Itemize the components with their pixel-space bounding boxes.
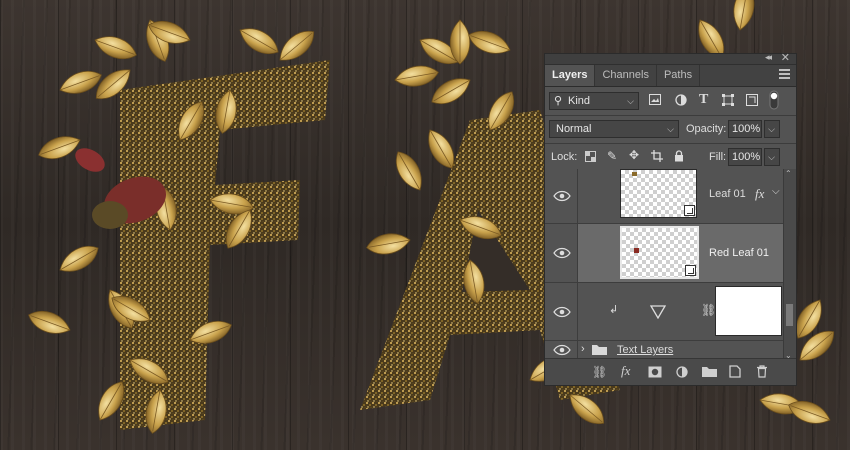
- visibility-cell[interactable]: [545, 224, 578, 282]
- adjustment-triangle-icon[interactable]: [650, 305, 666, 319]
- filter-row: ⚲ Kind ⌵ T: [545, 87, 796, 115]
- fill-input[interactable]: 100%: [728, 148, 762, 166]
- clipping-arrow-icon: ↲: [609, 304, 619, 316]
- layer-list: Leaf 01 fx ⌵ Red Leaf 01 ↲ ⛓ › Text Laye…: [545, 169, 796, 360]
- link-icon[interactable]: ⛓: [701, 303, 716, 317]
- opacity-input[interactable]: 100%: [728, 120, 762, 138]
- leaf-preview: [632, 172, 637, 176]
- panel-menu-icon[interactable]: [779, 69, 790, 81]
- tab-paths[interactable]: Paths: [657, 65, 701, 86]
- eye-icon[interactable]: [553, 190, 571, 202]
- fill-slider-toggle[interactable]: ⌵: [764, 148, 780, 166]
- blend-row: Normal ⌵ Opacity: 100% ⌵: [545, 116, 796, 143]
- blend-mode-dropdown[interactable]: Normal ⌵: [549, 120, 679, 138]
- smart-object-badge-icon: [684, 205, 695, 216]
- layer-name[interactable]: Leaf 01: [709, 188, 746, 200]
- lock-row: Lock: ✎ ✥ Fill: 100% ⌵: [545, 144, 796, 171]
- folder-icon: [592, 345, 607, 355]
- filter-kind-dropdown[interactable]: ⚲ Kind ⌵: [549, 92, 639, 110]
- layer-name[interactable]: Red Leaf 01: [709, 247, 769, 259]
- link-layers-icon[interactable]: ⛓: [592, 365, 607, 379]
- eye-icon[interactable]: [553, 306, 571, 318]
- adjustment-layer-icon[interactable]: [676, 366, 688, 378]
- shape-icon[interactable]: [722, 94, 734, 109]
- layers-panel: ◂◂ ✕ Layers Channels Paths ⚲ Kind ⌵ T No…: [544, 51, 797, 386]
- half-circle-icon[interactable]: [675, 94, 687, 109]
- visibility-cell[interactable]: [545, 283, 578, 340]
- chevron-down-icon[interactable]: ⌵: [772, 186, 780, 197]
- scrollbar-thumb[interactable]: [786, 304, 793, 326]
- collapse-icon[interactable]: ◂◂: [765, 52, 772, 63]
- chevron-right-icon[interactable]: ›: [581, 343, 585, 355]
- fx-icon[interactable]: fx: [755, 186, 764, 202]
- opacity-label: Opacity:: [686, 123, 727, 135]
- layer-name[interactable]: Text Layers: [617, 344, 673, 356]
- eye-icon[interactable]: [553, 247, 571, 259]
- move-icon[interactable]: ✥: [629, 148, 639, 162]
- panel-tabs: Layers Channels Paths: [545, 65, 796, 87]
- layer-thumbnail[interactable]: [620, 226, 699, 279]
- search-icon: ⚲: [554, 95, 563, 107]
- layer-thumbnail[interactable]: [620, 169, 697, 218]
- blend-mode-value: Normal: [556, 123, 592, 135]
- opacity-slider-toggle[interactable]: ⌵: [764, 120, 780, 138]
- new-group-icon[interactable]: [702, 366, 717, 377]
- visibility-cell[interactable]: [545, 169, 578, 223]
- layer-row-adjustment[interactable]: ↲ ⛓: [545, 283, 784, 341]
- chevron-down-icon: ⌵: [667, 124, 674, 134]
- tab-layers[interactable]: Layers: [545, 65, 596, 86]
- chevron-down-icon: ⌵: [768, 152, 775, 162]
- layer-row-leaf-01[interactable]: Leaf 01 fx ⌵: [545, 169, 784, 224]
- filter-kind-label: Kind: [568, 95, 591, 107]
- layer-list-scrollbar[interactable]: ⌃ ⌄: [783, 169, 796, 360]
- chevron-down-icon: ⌵: [768, 124, 775, 134]
- fx-icon[interactable]: fx: [621, 363, 630, 379]
- brush-icon[interactable]: ✎: [607, 149, 617, 163]
- smart-object-badge-icon: [685, 265, 696, 276]
- toggle-icon[interactable]: [769, 90, 779, 113]
- lock-label: Lock:: [551, 151, 578, 163]
- new-layer-icon[interactable]: [729, 365, 741, 378]
- panel-footer: ⛓ fx: [545, 358, 796, 385]
- chevron-up-icon[interactable]: ⌃: [785, 169, 792, 178]
- crop-icon[interactable]: [651, 150, 663, 165]
- close-icon[interactable]: ✕: [781, 51, 790, 64]
- eye-icon[interactable]: [553, 344, 571, 356]
- chevron-down-icon: ⌵: [627, 96, 634, 106]
- checker-lock-icon[interactable]: [585, 151, 596, 165]
- red-leaf-preview: [634, 248, 639, 253]
- smart-object-icon[interactable]: [746, 94, 758, 109]
- tab-channels[interactable]: Channels: [595, 65, 657, 86]
- image-icon[interactable]: [649, 94, 661, 108]
- fill-label: Fill:: [709, 151, 727, 163]
- layer-row-red-leaf-01[interactable]: Red Leaf 01: [545, 224, 784, 283]
- layer-mask-thumbnail[interactable]: [715, 286, 782, 336]
- type-icon[interactable]: T: [699, 92, 708, 108]
- panel-titlebar[interactable]: ◂◂ ✕: [545, 51, 796, 65]
- trash-icon[interactable]: [756, 365, 768, 378]
- mask-icon[interactable]: [648, 366, 662, 378]
- lock-icon[interactable]: [674, 150, 684, 165]
